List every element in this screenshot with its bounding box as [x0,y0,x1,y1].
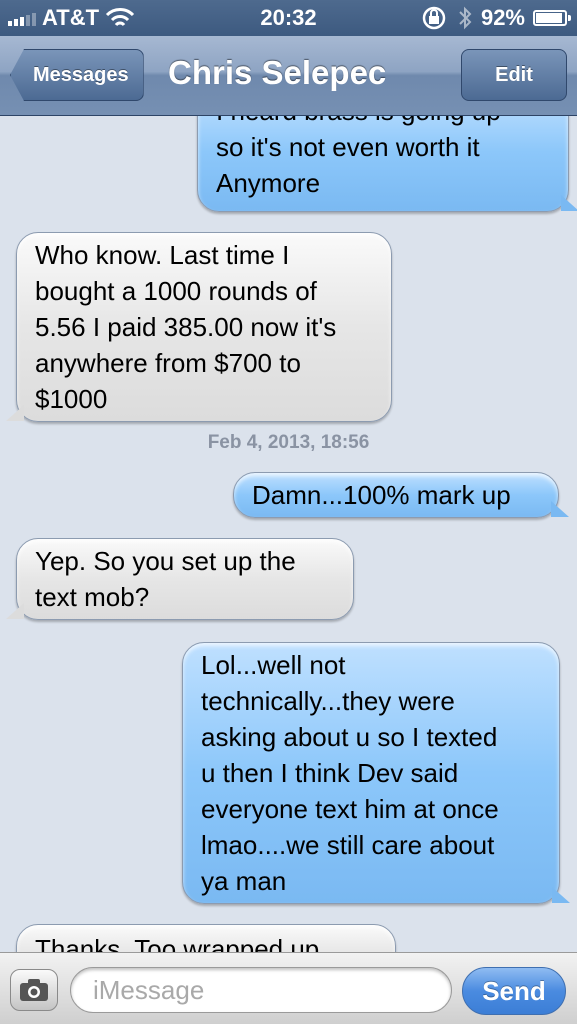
message-line: asking about u so I texted [201,722,498,752]
message-line: anywhere from $700 to [35,348,301,378]
nav-bar: Messages Chris Selepec Edit [0,36,577,116]
message-line: I heard brass is going up [216,116,550,129]
battery-icon [533,10,571,26]
message-line: $1000 [35,384,108,414]
message-line: so it's not even worth it [216,132,480,162]
message-line: technically...they were [201,686,455,716]
message-line: Lol...well not [201,650,346,680]
message-line: text mob? [35,582,150,612]
message-line: u then I think Dev said [201,758,459,788]
message-bubble-sent[interactable]: Damn...100% mark up [233,472,559,518]
conversation-thread[interactable]: I heard brass is going up so it's not ev… [0,116,577,952]
message-bubble-received[interactable]: Yep. So you set up the text mob? [16,538,354,620]
battery-percent: 92% [480,5,525,30]
message-timestamp: Feb 4, 2013, 18:56 [207,432,370,453]
message-bubble-received[interactable]: Thanks. Too wrapped up [16,924,396,952]
status-bar: AT&T 20:32 92% [0,0,577,36]
message-input[interactable] [70,967,452,1013]
message-line: everyone text him at once [201,794,499,824]
camera-button[interactable] [10,969,58,1011]
compose-bar: Send [0,952,577,1024]
bluetooth-icon [459,6,472,30]
back-button[interactable]: Messages [10,49,144,101]
message-bubble-sent[interactable]: Lol...well not technically...they were a… [182,642,560,904]
message-line: 5.56 I paid 385.00 now it's [35,312,337,342]
conversation-title: Chris Selepec [168,54,387,91]
send-button[interactable]: Send [462,967,566,1015]
message-line: bought a 1000 rounds of [35,276,317,306]
message-line: Damn...100% mark up [252,480,511,510]
edit-button[interactable]: Edit [461,49,567,101]
message-line: ya man [201,866,287,896]
message-bubble-sent[interactable]: I heard brass is going up so it's not ev… [197,116,569,212]
camera-icon [20,979,48,1001]
rotation-lock-icon [422,6,446,30]
message-line: Anymore [216,168,321,198]
message-line: Yep. So you set up the [35,546,296,576]
message-bubble-received[interactable]: Who know. Last time I bought a 1000 roun… [16,232,392,422]
message-line: Thanks. Too wrapped up [35,934,320,952]
message-line: Who know. Last time I [35,240,290,270]
message-line: lmao....we still care about [201,830,495,860]
